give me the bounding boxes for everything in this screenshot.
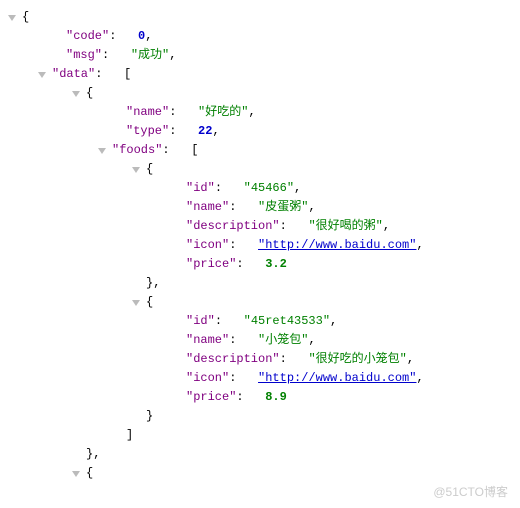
food1-icon: "icon": "http://www.baidu.com", <box>0 369 520 388</box>
toggle-icon[interactable] <box>132 167 140 173</box>
link[interactable]: "http://www.baidu.com" <box>258 236 416 255</box>
msg-row: "msg": "成功", <box>0 46 520 65</box>
code-row: "code": 0, <box>0 27 520 46</box>
food1-id: "id": "45ret43533", <box>0 312 520 331</box>
toggle-icon[interactable] <box>8 15 16 21</box>
toggle-icon[interactable] <box>132 300 140 306</box>
foods-key-row: "foods": [ <box>0 141 520 160</box>
item1-open: { <box>0 464 520 483</box>
food1-close: } <box>0 407 520 426</box>
data-key-row: "data": [ <box>0 65 520 84</box>
food0-icon: "icon": "http://www.baidu.com", <box>0 236 520 255</box>
food0-desc: "description": "很好喝的粥", <box>0 217 520 236</box>
toggle-icon[interactable] <box>72 471 80 477</box>
data-item0-open: { <box>0 84 520 103</box>
food1-price: "price": 8.9 <box>0 388 520 407</box>
food0-open: { <box>0 160 520 179</box>
link[interactable]: "http://www.baidu.com" <box>258 369 416 388</box>
food0-name: "name": "皮蛋粥", <box>0 198 520 217</box>
food0-price: "price": 3.2 <box>0 255 520 274</box>
toggle-icon[interactable] <box>72 91 80 97</box>
food1-name: "name": "小笼包", <box>0 331 520 350</box>
root-open: { <box>0 8 520 27</box>
json-viewer: { "code": 0, "msg": "成功", "data": [ { "n… <box>0 8 520 483</box>
item0-close: }, <box>0 445 520 464</box>
watermark: @51CTO博客 <box>433 483 508 502</box>
food1-open: { <box>0 293 520 312</box>
item0-type: "type": 22, <box>0 122 520 141</box>
food1-desc: "description": "很好吃的小笼包", <box>0 350 520 369</box>
food0-id: "id": "45466", <box>0 179 520 198</box>
item0-name: "name": "好吃的", <box>0 103 520 122</box>
toggle-icon[interactable] <box>38 72 46 78</box>
toggle-icon[interactable] <box>98 148 106 154</box>
food0-close: }, <box>0 274 520 293</box>
foods-close: ] <box>0 426 520 445</box>
